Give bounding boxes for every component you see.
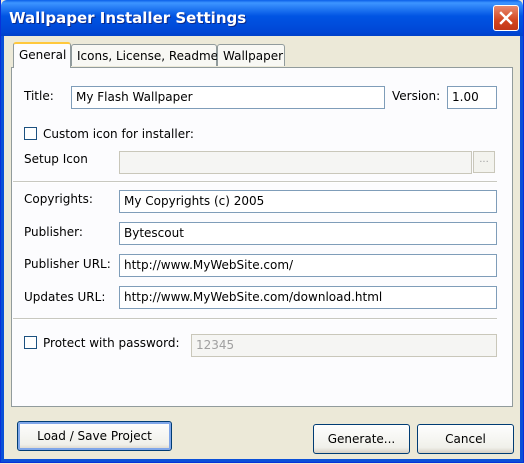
separator-top <box>13 181 497 183</box>
publisher-label: Publisher: <box>24 225 83 239</box>
copyrights-input[interactable]: My Copyrights (c) 2005 <box>119 190 497 213</box>
window-title: Wallpaper Installer Settings <box>9 9 247 27</box>
custom-icon-checkbox[interactable] <box>24 127 37 140</box>
tab-icons-license-readme[interactable]: Icons, License, Readme <box>71 44 218 66</box>
title-input[interactable]: My Flash Wallpaper <box>71 86 385 109</box>
publisher-url-label: Publisher URL: <box>24 257 111 271</box>
version-input[interactable]: 1.00 <box>447 86 497 109</box>
installer-settings-window: Wallpaper Installer Settings General Ico… <box>0 0 524 463</box>
tab-wallpaper[interactable]: Wallpaper <box>217 44 285 66</box>
publisher-input[interactable]: Bytescout <box>119 222 497 245</box>
custom-icon-label: Custom icon for installer: <box>43 127 194 141</box>
copyrights-label: Copyrights: <box>24 192 93 206</box>
window-border-right <box>520 36 523 462</box>
publisher-url-input[interactable]: http://www.MyWebSite.com/ <box>119 254 497 277</box>
version-label: Version: <box>392 89 441 103</box>
updates-url-label: Updates URL: <box>24 290 106 304</box>
generate-button[interactable]: Generate... <box>313 424 410 454</box>
setup-icon-input[interactable] <box>119 151 472 174</box>
window-border-left <box>1 36 4 462</box>
load-save-project-button[interactable]: Load / Save Project <box>17 421 172 451</box>
protect-password-label: Protect with password: <box>43 336 180 350</box>
cancel-button[interactable]: Cancel <box>417 424 514 454</box>
updates-url-input[interactable]: http://www.MyWebSite.com/download.html <box>119 286 497 309</box>
title-bar[interactable]: Wallpaper Installer Settings <box>1 0 523 36</box>
browse-icon-button[interactable]: ... <box>473 151 495 173</box>
title-label: Title: <box>24 89 54 103</box>
protect-password-checkbox[interactable] <box>24 336 37 349</box>
close-icon <box>499 11 513 25</box>
setup-icon-label: Setup Icon <box>24 152 88 166</box>
password-input[interactable]: 12345 <box>191 334 497 357</box>
separator-bottom <box>13 318 497 320</box>
tab-general[interactable]: General <box>13 42 71 68</box>
window-border-bottom <box>1 459 523 462</box>
close-button[interactable] <box>493 5 519 31</box>
